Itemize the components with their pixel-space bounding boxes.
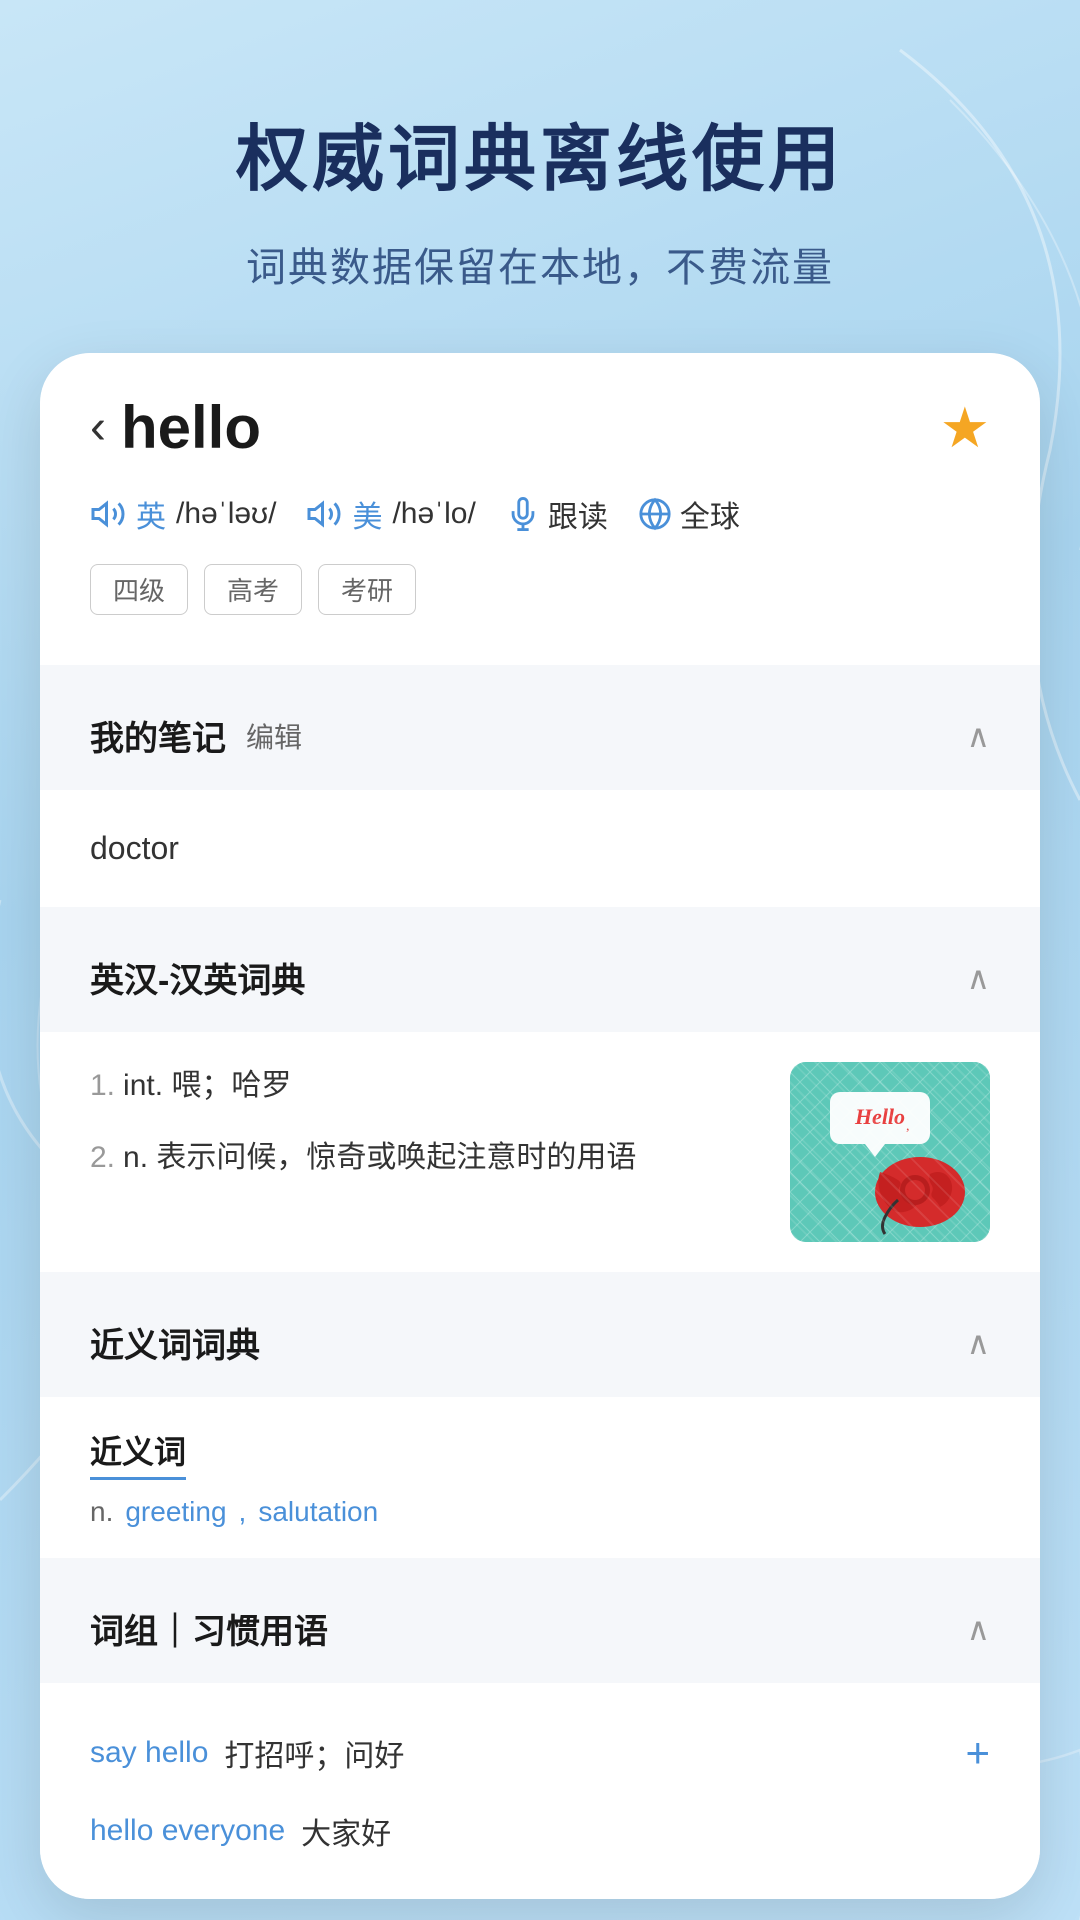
- synonyms-title: 近义词词典: [90, 1318, 260, 1367]
- hello-image: Hello ,: [790, 1062, 990, 1242]
- separator-3: [40, 1272, 1040, 1288]
- back-arrow-icon[interactable]: ‹: [90, 400, 106, 455]
- synonym-greeting[interactable]: greeting: [125, 1496, 226, 1528]
- dict-entry-2: 2.n. 表示问候，惊奇或唤起注意时的用语: [90, 1134, 760, 1182]
- american-phonetic: /həˈlo/: [392, 497, 475, 531]
- pron-british[interactable]: 英 /həˈləʊ/: [90, 492, 276, 536]
- synonyms-section-header[interactable]: 近义词词典 ∧: [40, 1288, 1040, 1397]
- phrase-1-meaning: 打招呼；问好: [224, 1731, 404, 1775]
- entry-2-pos: n.: [123, 1141, 148, 1174]
- dict-title: 英汉-汉英词典: [90, 953, 305, 1002]
- notes-section-header[interactable]: 我的笔记 编辑 ∧: [40, 681, 1040, 790]
- tag-gaokao: 高考: [204, 564, 302, 615]
- pron-american[interactable]: 美 /həˈlo/: [306, 492, 475, 536]
- phrases-title: 词组｜习惯用语: [90, 1604, 328, 1653]
- dictionary-card: ‹ hello ★ 英 /həˈləʊ/: [40, 353, 1040, 1899]
- global-button[interactable]: 全球: [638, 492, 740, 536]
- hello-card-svg: Hello ,: [790, 1062, 990, 1242]
- dict-section-header[interactable]: 英汉-汉英词典 ∧: [40, 923, 1040, 1032]
- speaker-british-icon: [90, 496, 126, 532]
- phrase-2-meaning: 大家好: [301, 1809, 391, 1853]
- entry-1-num: 1.: [90, 1069, 115, 1102]
- phrases-chevron-icon: ∧: [967, 1610, 990, 1648]
- separator-4: [40, 1558, 1040, 1574]
- word-title-row: ‹ hello ★: [90, 393, 990, 462]
- tag-level4: 四级: [90, 564, 188, 615]
- notes-chevron-icon: ∧: [967, 717, 990, 755]
- dict-entries: 1.int. 喂；哈罗 2.n. 表示问候，惊奇或唤起注意时的用语: [90, 1062, 760, 1206]
- phrase-1-left: say hello 打招呼；问好: [90, 1731, 965, 1775]
- entry-2-num: 2.: [90, 1141, 115, 1174]
- phrase-1-text[interactable]: say hello: [90, 1736, 208, 1770]
- star-icon[interactable]: ★: [940, 395, 990, 461]
- entry-2-def: 表示问候，惊奇或唤起注意时的用语: [156, 1141, 636, 1174]
- sub-title: 词典数据保留在本地，不费流量: [0, 235, 1080, 293]
- phrase-row-2: hello everyone 大家好: [90, 1793, 990, 1869]
- synonyms-group-label: 近义词: [90, 1427, 186, 1480]
- entry-1-pos: int.: [123, 1069, 163, 1102]
- pronunciation-row: 英 /həˈləʊ/ 美 /həˈlo/ 跟读: [90, 492, 990, 536]
- phrases-content: say hello 打招呼；问好 + hello everyone 大家好: [40, 1683, 1040, 1899]
- note-text: doctor: [90, 820, 990, 877]
- word-header: ‹ hello ★ 英 /həˈləʊ/: [40, 353, 1040, 665]
- notes-section-left: 我的笔记 编辑: [90, 711, 302, 760]
- phrase-2-text[interactable]: hello everyone: [90, 1814, 285, 1848]
- word-nav: ‹ hello: [90, 393, 261, 462]
- tags-row: 四级 高考 考研: [90, 564, 990, 615]
- notes-content: doctor: [40, 790, 1040, 907]
- dict-chevron-icon: ∧: [967, 959, 990, 997]
- svg-text:,: ,: [906, 1119, 910, 1134]
- synonyms-pos: n.: [90, 1496, 113, 1528]
- mic-icon: [506, 497, 540, 531]
- notes-title: 我的笔记: [90, 711, 226, 760]
- phrase-row-1: say hello 打招呼；问好 +: [90, 1713, 990, 1793]
- synonyms-chevron-icon: ∧: [967, 1324, 990, 1362]
- synonyms-row: n. greeting , salutation: [90, 1496, 990, 1528]
- phrases-section-header[interactable]: 词组｜习惯用语 ∧: [40, 1574, 1040, 1683]
- svg-text:Hello: Hello: [854, 1104, 905, 1129]
- dict-content: 1.int. 喂；哈罗 2.n. 表示问候，惊奇或唤起注意时的用语: [40, 1032, 1040, 1272]
- phrase-1-add-icon[interactable]: +: [965, 1729, 990, 1777]
- synonym-salutation[interactable]: salutation: [258, 1496, 378, 1528]
- global-label: 全球: [680, 492, 740, 536]
- british-phonetic: /həˈləʊ/: [176, 497, 276, 531]
- dict-entry-1: 1.int. 喂；哈罗: [90, 1062, 760, 1110]
- tag-kaoyan: 考研: [318, 564, 416, 615]
- separator-1: [40, 665, 1040, 681]
- follow-read-label: 跟读: [548, 492, 608, 536]
- main-title: 权威词典离线使用: [0, 100, 1080, 205]
- separator-2: [40, 907, 1040, 923]
- follow-read-button[interactable]: 跟读: [506, 492, 608, 536]
- notes-edit-button[interactable]: 编辑: [246, 716, 302, 756]
- speaker-american-icon: [306, 496, 342, 532]
- global-icon: [638, 497, 672, 531]
- synonyms-content: 近义词 n. greeting , salutation: [40, 1397, 1040, 1558]
- word-display: hello: [121, 393, 261, 462]
- header-section: 权威词典离线使用 词典数据保留在本地，不费流量: [0, 0, 1080, 353]
- entry-1-def: 喂；哈罗: [171, 1069, 291, 1102]
- american-label: 美: [352, 492, 382, 536]
- phrase-2-left: hello everyone 大家好: [90, 1809, 990, 1853]
- british-label: 英: [136, 492, 166, 536]
